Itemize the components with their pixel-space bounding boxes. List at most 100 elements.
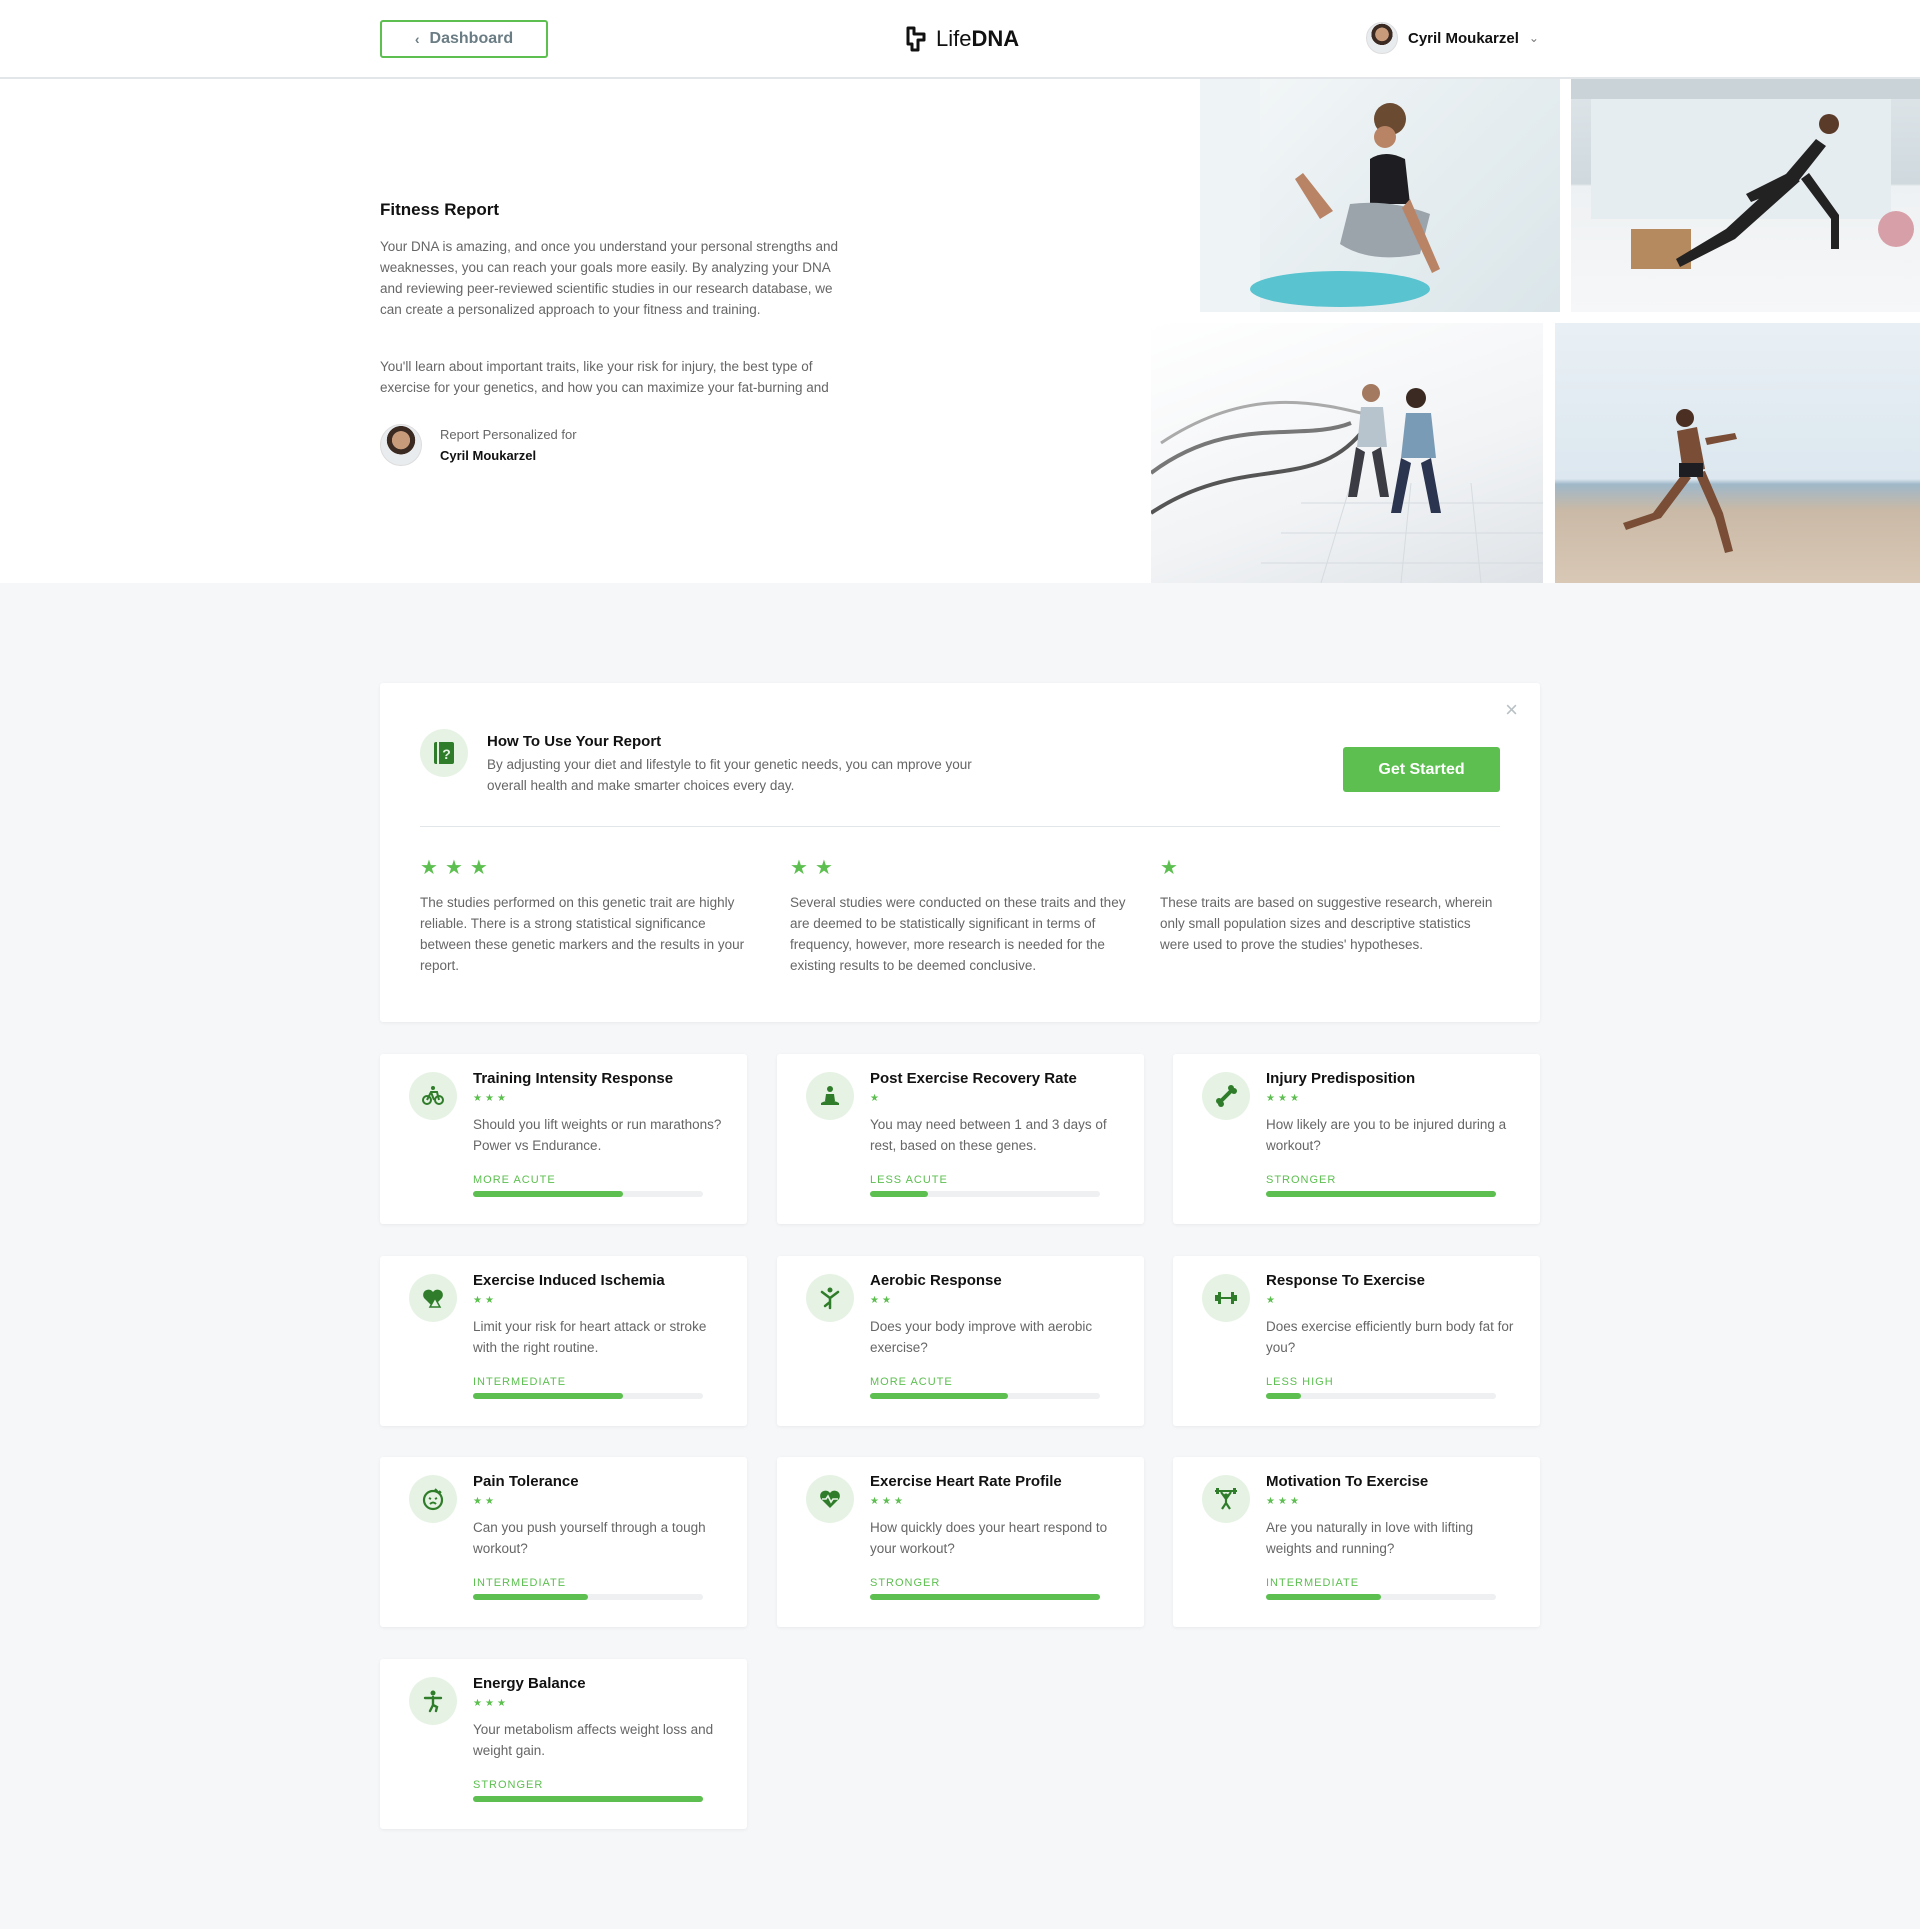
level-bar <box>1266 1594 1496 1600</box>
star-icon: ★ <box>469 857 488 879</box>
how-to-use-card: × ? How To Use Your Report By adjusting … <box>380 683 1540 1022</box>
legend-two-stars: ★ ★ Several studies were conducted on the… <box>790 858 1130 976</box>
star-icon: ★ <box>1266 1496 1275 1507</box>
star-icon: ★ <box>881 1295 891 1306</box>
bone-icon <box>1202 1072 1250 1120</box>
star-rating: ★ ★ <box>473 1497 494 1507</box>
trait-description: Can you push yourself through a tough wo… <box>473 1520 706 1556</box>
trait-title: Response To Exercise <box>1266 1272 1425 1289</box>
star-icon: ★ <box>881 1496 891 1507</box>
trait-description: Does your body improve with aerobic exer… <box>870 1319 1093 1355</box>
legend-text: Several studies were conducted on these … <box>790 895 1126 973</box>
trait-title: Aerobic Response <box>870 1272 1002 1289</box>
balance-icon <box>409 1677 457 1725</box>
trait-description: How likely are you to be injured during … <box>1266 1117 1507 1153</box>
level-bar-fill <box>473 1594 588 1600</box>
star-icon: ★ <box>473 1496 482 1507</box>
beach-runner-photo <box>1555 323 1920 583</box>
user-menu[interactable]: Cyril Moukarzel ⌄ <box>1366 22 1539 54</box>
help-book-icon: ? <box>420 729 468 777</box>
user-name: Cyril Moukarzel <box>1408 29 1519 47</box>
trait-card[interactable]: Energy Balance ★ ★ ★ Your metabolism affects… <box>380 1659 747 1829</box>
star-icon: ★ <box>1289 1093 1299 1104</box>
trait-card[interactable]: Aerobic Response ★ ★ Does your body improve… <box>777 1256 1144 1426</box>
svg-text:?: ? <box>442 746 451 762</box>
star-rating: ★ ★ <box>790 858 1130 878</box>
lunge-photo <box>1571 79 1920 312</box>
star-icon: ★ <box>1266 1295 1275 1306</box>
star-icon: ★ <box>420 857 438 879</box>
star-icon: ★ <box>1277 1496 1287 1507</box>
bicycle-icon <box>409 1072 457 1120</box>
star-rating: ★ ★ <box>870 1296 891 1306</box>
lifedna-logo[interactable]: LifeDNA <box>902 24 1019 54</box>
trait-description: You may need between 1 and 3 days of res… <box>870 1117 1107 1153</box>
level-bar-fill <box>473 1191 623 1197</box>
trait-card[interactable]: Training Intensity Response ★ ★ ★ Should you… <box>380 1054 747 1224</box>
heart-warning-icon <box>409 1274 457 1322</box>
star-icon: ★ <box>814 857 833 879</box>
trait-description: How quickly does your heart respond to y… <box>870 1520 1108 1556</box>
star-rating: ★ ★ ★ <box>1266 1497 1299 1507</box>
personalized-for: Report Personalized for Cyril Moukarzel <box>380 424 577 466</box>
star-icon: ★ <box>1277 1093 1287 1104</box>
trait-card[interactable]: Pain Tolerance ★ ★ Can you push yourself th… <box>380 1457 747 1627</box>
star-icon: ★ <box>484 1093 494 1104</box>
avatar <box>1366 22 1398 54</box>
level-bar-fill <box>473 1796 703 1802</box>
legend-text: These traits are based on suggestive res… <box>1160 895 1493 952</box>
battle-ropes-photo <box>1151 323 1543 583</box>
trait-card[interactable]: Injury Predisposition ★ ★ ★ How likely are y… <box>1173 1054 1540 1224</box>
trait-card[interactable]: Post Exercise Recovery Rate ★ You may need… <box>777 1054 1144 1224</box>
trait-description: Should you lift weights or run marathons… <box>473 1117 722 1153</box>
trait-level-label: LESS ACUTE <box>870 1174 948 1186</box>
trait-card[interactable]: Motivation To Exercise ★ ★ ★ Are you natural… <box>1173 1457 1540 1627</box>
get-started-button[interactable]: Get Started <box>1343 747 1500 792</box>
star-icon: ★ <box>870 1295 879 1306</box>
trait-title: Energy Balance <box>473 1675 586 1692</box>
trait-level-label: STRONGER <box>473 1779 544 1791</box>
star-icon: ★ <box>444 857 463 879</box>
star-icon: ★ <box>473 1295 482 1306</box>
star-rating: ★ <box>1160 858 1500 878</box>
level-bar <box>473 1191 703 1197</box>
logo-text-life: Life <box>936 26 972 51</box>
star-rating: ★ <box>1266 1296 1275 1306</box>
level-bar-fill <box>870 1594 1100 1600</box>
trait-title: Training Intensity Response <box>473 1070 674 1087</box>
personalized-name: Cyril Moukarzel <box>440 448 537 463</box>
star-icon: ★ <box>870 1093 879 1104</box>
trait-card[interactable]: Exercise Heart Rate Profile ★ ★ ★ How quickl… <box>777 1457 1144 1627</box>
legend-one-star: ★ These traits are based on suggestive r… <box>1160 858 1500 955</box>
divider <box>420 826 1500 827</box>
level-bar-fill <box>870 1191 928 1197</box>
level-bar <box>870 1393 1100 1399</box>
star-rating: ★ ★ ★ <box>870 1497 903 1507</box>
page-title: Fitness Report <box>380 200 500 219</box>
pain-face-icon <box>409 1475 457 1523</box>
trait-level-label: MORE ACUTE <box>870 1376 953 1388</box>
star-icon: ★ <box>473 1093 482 1104</box>
star-icon: ★ <box>484 1496 494 1507</box>
personalized-label: Report Personalized for <box>440 427 577 442</box>
trait-card[interactable]: Response To Exercise ★ Does exercise effic… <box>1173 1256 1540 1426</box>
trait-description: Your metabolism affects weight loss and … <box>473 1722 714 1758</box>
legend-three-stars: ★ ★ ★ The studies performed on this geneti… <box>420 858 760 976</box>
level-bar <box>870 1191 1100 1197</box>
info-title: How To Use Your Report <box>487 733 662 750</box>
trait-description: Does exercise efficiently burn body fat … <box>1266 1319 1514 1355</box>
trait-description: Are you naturally in love with lifting w… <box>1266 1520 1474 1556</box>
star-icon: ★ <box>1289 1496 1299 1507</box>
close-icon[interactable]: × <box>1505 697 1518 723</box>
trait-title: Motivation To Exercise <box>1266 1473 1429 1490</box>
level-bar-fill <box>870 1393 1008 1399</box>
heart-pulse-icon <box>806 1475 854 1523</box>
level-bar <box>473 1393 703 1399</box>
dashboard-button[interactable]: ‹ Dashboard <box>380 20 548 58</box>
avatar <box>380 424 422 466</box>
trait-level-label: STRONGER <box>870 1577 941 1589</box>
trait-card[interactable]: Exercise Induced Ischemia ★ ★ Limit your ri… <box>380 1256 747 1426</box>
trait-level-label: INTERMEDIATE <box>1266 1577 1360 1589</box>
star-icon: ★ <box>496 1698 506 1709</box>
logo-mark-icon <box>906 26 926 52</box>
